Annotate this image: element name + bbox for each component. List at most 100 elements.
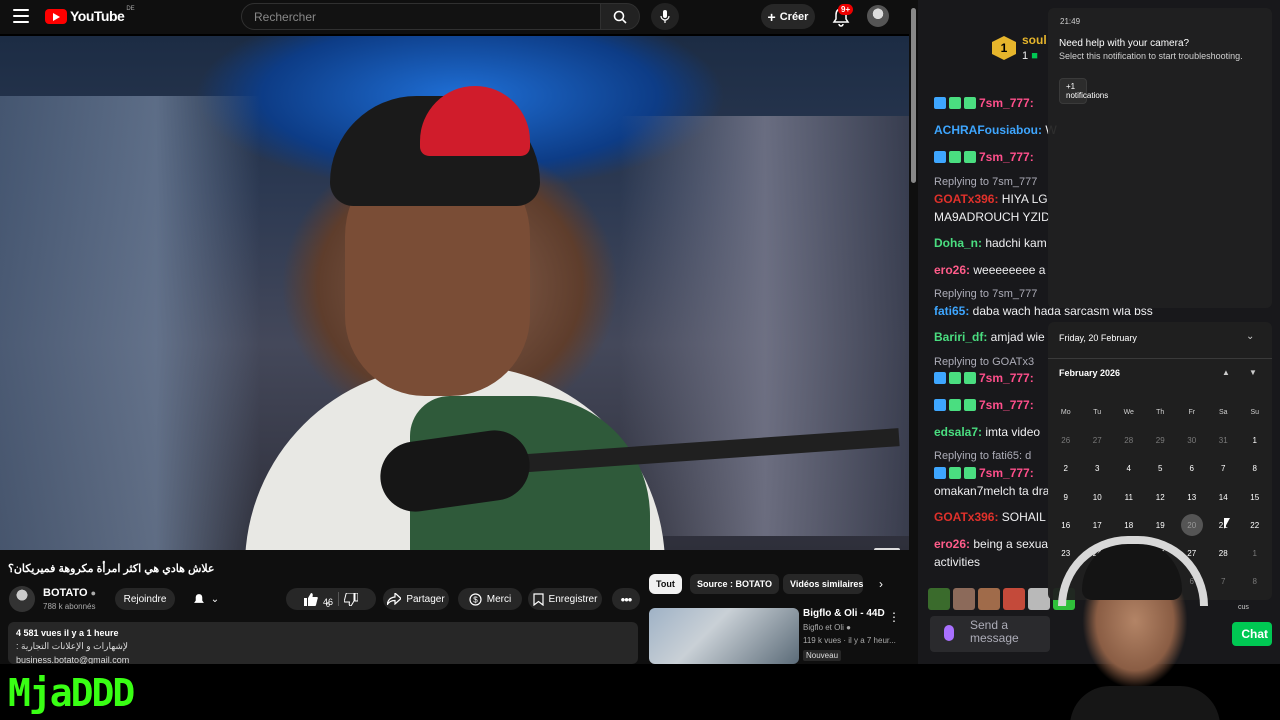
calendar-day[interactable]: 8 (1239, 455, 1271, 483)
calendar-day[interactable]: 15 (1239, 483, 1271, 511)
chip-similar[interactable]: Vidéos similaires (783, 574, 863, 594)
chat-username[interactable]: edsala7: (934, 425, 982, 439)
vip-badge-icon[interactable] (964, 399, 976, 411)
notification-title[interactable]: Need help with your camera? (1059, 38, 1189, 49)
chat-username[interactable]: ero26: (934, 537, 970, 551)
kebab-menu-icon[interactable]: ⋮ (888, 610, 900, 624)
chat-username[interactable]: ero26: (934, 263, 970, 277)
calendar-day[interactable]: 4 (1113, 455, 1145, 483)
calendar-day[interactable]: 10 (1082, 483, 1114, 511)
chat-username[interactable]: 7sm_777: (979, 466, 1034, 480)
voice-search-button[interactable] (651, 3, 679, 30)
calendar-day[interactable]: 1 (1239, 539, 1271, 567)
chat-username[interactable]: GOATx396: (934, 192, 998, 206)
chip-all[interactable]: Tout (649, 574, 682, 594)
search-button[interactable] (600, 3, 640, 30)
calendar-day[interactable]: 27 (1082, 426, 1114, 454)
hammer-badge-icon[interactable] (934, 97, 946, 109)
vip-badge-icon[interactable] (964, 151, 976, 163)
save-button[interactable]: Enregistrer (528, 588, 602, 610)
hammer-badge-icon[interactable] (934, 372, 946, 384)
chevron-right-icon[interactable]: › (872, 576, 890, 592)
calendar-day[interactable]: 8 (1239, 568, 1271, 596)
chat-username[interactable]: ACHRAFousiabou: (934, 123, 1042, 137)
vip-badge-icon[interactable] (964, 372, 976, 384)
chip-source[interactable]: Source : BOTATO (690, 574, 780, 594)
calendar-day[interactable]: 26 (1050, 426, 1082, 454)
create-button[interactable]: + Créer (761, 4, 815, 29)
more-actions-button[interactable]: ••• (612, 588, 640, 610)
chat-username[interactable]: Doha_n: (934, 236, 982, 250)
emote-face-icon[interactable] (953, 588, 975, 610)
calendar-day[interactable]: 9 (1050, 483, 1082, 511)
calendar-day[interactable]: 30 (1176, 426, 1208, 454)
hammer-badge-icon[interactable] (934, 399, 946, 411)
scrollbar-thumb[interactable] (911, 8, 916, 183)
chat-username[interactable]: 7sm_777: (979, 371, 1034, 385)
vip-badge-icon[interactable] (964, 97, 976, 109)
calendar-day[interactable]: 5 (1145, 455, 1177, 483)
calendar-day[interactable]: 28 (1113, 426, 1145, 454)
calendar-day[interactable]: 29 (1145, 426, 1177, 454)
video-description[interactable]: 4 581 vues il y a 1 heure لإشهارات و الإ… (8, 622, 638, 664)
chat-username[interactable]: Bariri_df: (934, 330, 987, 344)
sub-badge-icon[interactable] (949, 467, 961, 479)
previous-month-icon[interactable]: ▲ (1222, 368, 1230, 377)
leaderboard-user[interactable]: soul (1022, 33, 1047, 47)
channel-avatar[interactable] (9, 586, 35, 612)
sub-badge-icon[interactable] (949, 151, 961, 163)
calendar-day[interactable]: 6 (1176, 455, 1208, 483)
video-player[interactable] (0, 36, 909, 550)
emote-face-icon[interactable] (1003, 588, 1025, 610)
vip-badge-icon[interactable] (964, 467, 976, 479)
chat-reply-context[interactable]: Replying to 7sm_777 (934, 176, 1037, 188)
calendar-day[interactable]: 12 (1145, 483, 1177, 511)
calendar-day[interactable]: 22 (1239, 511, 1271, 539)
hammer-badge-icon[interactable] (934, 467, 946, 479)
chat-reply-context[interactable]: Replying to fati65: d (934, 450, 1031, 462)
video-wall-left (0, 96, 260, 550)
join-button[interactable]: Rejoindre (115, 588, 175, 610)
share-button[interactable]: Partager (383, 588, 449, 610)
hammer-badge-icon[interactable] (934, 151, 946, 163)
sub-badge-icon[interactable] (949, 97, 961, 109)
chat-username[interactable]: GOATx396: (934, 510, 998, 524)
emote-face-icon[interactable] (978, 588, 1000, 610)
voice-input-icon[interactable] (944, 625, 954, 641)
sub-badge-icon[interactable] (949, 399, 961, 411)
more-notifications-button[interactable]: +1 notifications (1059, 78, 1108, 104)
chat-message-input[interactable]: Send a message (930, 616, 1050, 652)
chat-reply-context[interactable]: Replying to GOATx3 (934, 356, 1034, 368)
calendar-day[interactable]: 1 (1239, 426, 1271, 454)
chat-username[interactable]: 7sm_777: (979, 96, 1034, 110)
calendar-day[interactable]: 11 (1113, 483, 1145, 511)
account-avatar[interactable] (867, 5, 889, 27)
recommended-channel[interactable]: Bigflo et Oli ● (803, 623, 851, 632)
calendar-day[interactable]: 7 (1208, 455, 1240, 483)
calendar-day[interactable]: 13 (1176, 483, 1208, 511)
notification-body[interactable]: Select this notification to start troubl… (1059, 51, 1243, 61)
chat-username[interactable]: 7sm_777: (979, 150, 1034, 164)
chat-username[interactable]: fati65: (934, 304, 969, 318)
thanks-button[interactable]: $ Merci (458, 588, 522, 610)
chat-reply-context[interactable]: Replying to 7sm_777 (934, 288, 1037, 300)
chat-username[interactable]: 7sm_777: (979, 398, 1034, 412)
sub-badge-icon[interactable] (949, 372, 961, 384)
menu-icon[interactable] (13, 9, 29, 23)
subscription-bell-button[interactable]: ⌄ (186, 588, 226, 610)
calendar-day[interactable]: 3 (1082, 455, 1114, 483)
recommended-title[interactable]: Bigflo & Oli - 44D (803, 608, 885, 619)
chevron-down-icon[interactable]: ⌄ (1246, 331, 1254, 342)
dislike-button[interactable]: 6 (326, 592, 358, 609)
channel-name[interactable]: BOTATO ● (43, 587, 96, 599)
search-input[interactable]: Rechercher (241, 3, 601, 30)
calendar-day[interactable]: 14 (1208, 483, 1240, 511)
calendar-month[interactable]: February 2026 (1059, 368, 1120, 378)
emote-frog-icon[interactable] (928, 588, 950, 610)
calendar-day[interactable]: 2 (1050, 455, 1082, 483)
page-scrollbar[interactable] (909, 0, 918, 664)
recommended-thumbnail[interactable] (649, 608, 799, 664)
calendar-day[interactable]: 31 (1208, 426, 1240, 454)
youtube-logo[interactable]: YouTube DE (45, 6, 135, 24)
next-month-icon[interactable]: ▼ (1249, 368, 1257, 377)
